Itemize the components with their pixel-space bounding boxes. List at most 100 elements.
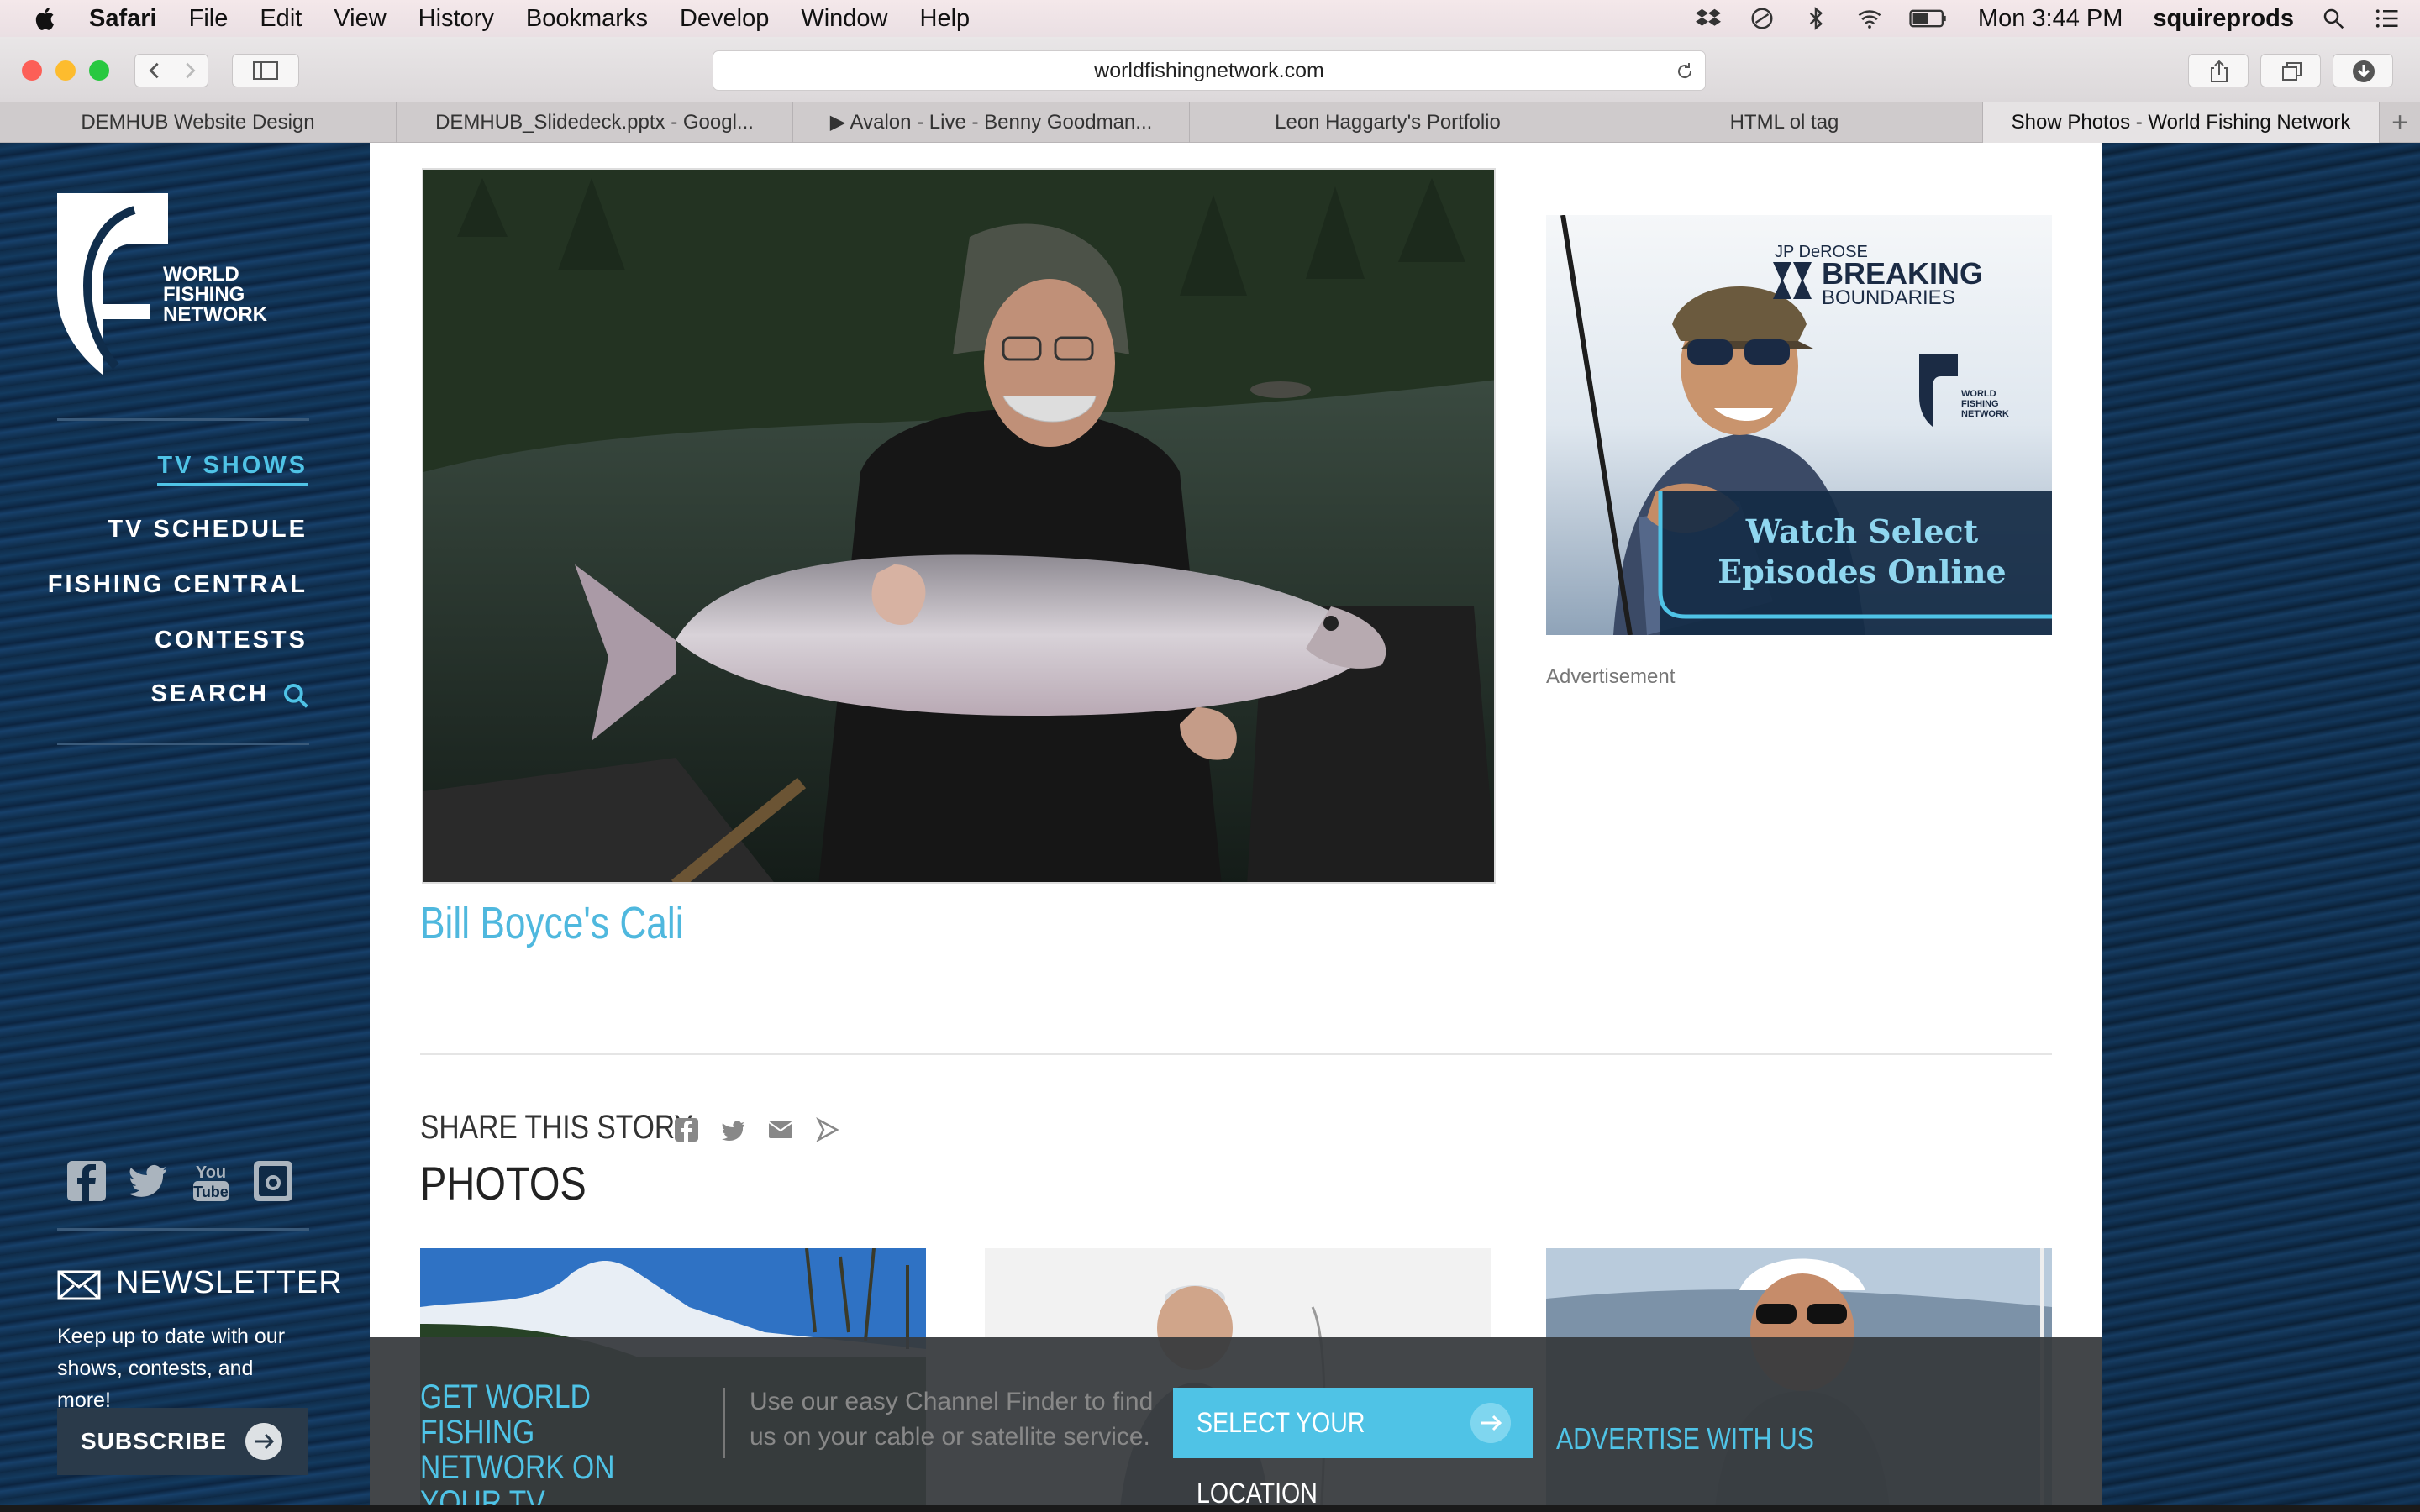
battery-icon[interactable] <box>1909 6 1948 31</box>
web-page: WORLD FISHING NETWORK TV SHOWS TV SCHEDU… <box>0 143 2420 1512</box>
menu-bookmarks[interactable]: Bookmarks <box>526 5 648 33</box>
world-fishing-network-logo[interactable]: WORLD FISHING NETWORK <box>57 193 276 375</box>
advertisement-label: Advertisement <box>1546 665 1676 688</box>
breaking-boundaries-ad-image: JP DeROSE BREAKING BOUNDARIES WORLD FISH… <box>1546 215 2052 635</box>
tabs-icon <box>2282 62 2302 81</box>
address-bar[interactable]: worldfishingnetwork.com <box>713 50 1706 91</box>
ad-network-word-2: FISHING <box>1961 399 1999 409</box>
share-button[interactable] <box>2188 54 2249 87</box>
page-bottom-strip <box>0 1505 2420 1512</box>
reload-icon[interactable] <box>1675 61 1695 81</box>
site-sidebar: WORLD FISHING NETWORK TV SHOWS TV SCHEDU… <box>0 143 370 1512</box>
sidebar-icon <box>253 61 278 80</box>
forward-icon[interactable] <box>181 61 199 80</box>
advertise-link[interactable]: ADVERTISE WITH US <box>1556 1421 1814 1457</box>
hero-photo-bill-boyce[interactable] <box>422 168 1496 884</box>
menu-file[interactable]: File <box>189 5 229 33</box>
spotlight-icon[interactable] <box>2319 6 2348 31</box>
sidebar-divider <box>57 1228 309 1231</box>
content-divider <box>420 1053 2052 1055</box>
new-tab-button[interactable]: + <box>2380 102 2420 143</box>
sidebar-divider <box>57 418 309 421</box>
share-icon <box>2211 60 2228 82</box>
menu-safari[interactable]: Safari <box>89 5 157 33</box>
menu-history[interactable]: History <box>418 5 494 33</box>
ad-network-word-3: NETWORK <box>1961 409 2009 419</box>
twitter-share-icon[interactable] <box>721 1117 746 1142</box>
twitter-icon[interactable] <box>128 1158 170 1205</box>
background-water <box>2102 143 2420 1512</box>
nav-fishing-central[interactable]: FISHING CENTRAL <box>48 571 308 599</box>
sync-icon[interactable] <box>1748 6 1776 31</box>
facebook-icon[interactable] <box>66 1158 108 1205</box>
promo-title[interactable]: GET WORLD FISHING NETWORK ON YOUR TV <box>420 1379 674 1512</box>
select-location-label: SELECT YOUR LOCATION <box>1197 1407 1365 1509</box>
tab-leon-portfolio[interactable]: Leon Haggarty's Portfolio <box>1190 102 1586 143</box>
instagram-icon[interactable] <box>252 1158 294 1205</box>
ad-cta-line1: Watch Select <box>1745 512 1979 550</box>
nav-tv-schedule[interactable]: TV SCHEDULE <box>108 516 308 543</box>
main-content: Bill Boyce's Cali JP DeROSE BREAKING BOU… <box>370 143 2102 1512</box>
advertisement-banner[interactable]: JP DeROSE BREAKING BOUNDARIES WORLD FISH… <box>1546 215 2052 635</box>
back-forward-buttons[interactable] <box>134 54 208 87</box>
nav-tv-shows[interactable]: TV SHOWS <box>157 452 308 486</box>
wifi-icon[interactable] <box>1855 6 1884 31</box>
ad-brand-line1: BREAKING <box>1822 256 1983 291</box>
arrow-right-icon <box>1470 1403 1511 1443</box>
tab-demhub-slidedeck[interactable]: DEMHUB_Slidedeck.pptx - Googl... <box>397 102 793 143</box>
browser-toolbar: worldfishingnetwork.com <box>0 37 2420 102</box>
clock[interactable]: Mon 3:44 PM <box>1978 5 2123 33</box>
photo-caption[interactable]: Bill Boyce's Cali <box>420 897 684 949</box>
share-story-label: SHARE THIS STORY <box>420 1109 693 1146</box>
nav-search[interactable]: SEARCH <box>151 680 269 708</box>
arrow-right-icon <box>245 1423 282 1460</box>
menu-develop[interactable]: Develop <box>680 5 769 33</box>
dropbox-icon[interactable] <box>1694 6 1723 31</box>
channel-finder-bar: GET WORLD FISHING NETWORK ON YOUR TV Use… <box>370 1337 2102 1512</box>
logo-word-1: WORLD <box>163 263 239 286</box>
facebook-share-icon[interactable] <box>674 1117 699 1142</box>
promo-text: Use our easy Channel Finder to find us o… <box>750 1388 1154 1451</box>
tabs-overview-button[interactable] <box>2260 54 2321 87</box>
bluetooth-icon[interactable] <box>1802 6 1830 31</box>
notification-center-icon[interactable] <box>2373 6 2402 31</box>
svg-text:You: You <box>196 1163 226 1182</box>
more-share-icon[interactable] <box>815 1117 840 1142</box>
apple-icon[interactable] <box>32 4 60 33</box>
menu-window[interactable]: Window <box>801 5 887 33</box>
downloads-button[interactable] <box>2333 54 2393 87</box>
minimize-window-button[interactable] <box>55 60 76 81</box>
tab-avalon[interactable]: ▶ Avalon - Live - Benny Goodman... <box>793 102 1190 143</box>
menu-help[interactable]: Help <box>920 5 971 33</box>
email-share-icon[interactable] <box>768 1117 793 1142</box>
subscribe-label: SUBSCRIBE <box>81 1428 227 1454</box>
ad-network-word-1: WORLD <box>1961 389 1996 399</box>
subscribe-button[interactable]: SUBSCRIBE <box>57 1408 308 1475</box>
status-area: Mon 3:44 PM squireprods <box>1669 0 2420 37</box>
url-text: worldfishingnetwork.com <box>1094 59 1324 82</box>
svg-text:Tube: Tube <box>193 1184 229 1200</box>
tab-demhub-website[interactable]: DEMHUB Website Design <box>0 102 397 143</box>
nav-contests[interactable]: CONTESTS <box>155 627 308 654</box>
tab-html-ol[interactable]: HTML ol tag <box>1586 102 1983 143</box>
newsletter-title: NEWSLETTER <box>116 1265 343 1300</box>
newsletter-text: Keep up to date with our shows, contests… <box>57 1325 286 1412</box>
photos-heading: PHOTOS <box>420 1157 587 1210</box>
search-icon[interactable] <box>282 682 309 709</box>
promo-separator <box>723 1388 725 1458</box>
menubar: Safari File Edit View History Bookmarks … <box>0 0 2420 37</box>
zoom-window-button[interactable] <box>89 60 109 81</box>
youtube-icon[interactable]: You Tube <box>190 1158 232 1205</box>
back-icon[interactable] <box>145 61 164 80</box>
sidebar-toggle-button[interactable] <box>232 54 299 87</box>
select-location-button[interactable]: SELECT YOUR LOCATION <box>1173 1388 1533 1509</box>
close-window-button[interactable] <box>22 60 42 81</box>
tab-bar: DEMHUB Website Design DEMHUB_Slidedeck.p… <box>0 102 2420 143</box>
tab-show-photos[interactable]: Show Photos - World Fishing Network <box>1983 102 2380 143</box>
sidebar-divider <box>57 743 309 745</box>
menu-view[interactable]: View <box>334 5 386 33</box>
menu-edit[interactable]: Edit <box>260 5 302 33</box>
user-name[interactable]: squireprods <box>2153 5 2294 33</box>
fisherman-with-salmon-image <box>424 170 1494 882</box>
envelope-icon <box>57 1270 101 1300</box>
